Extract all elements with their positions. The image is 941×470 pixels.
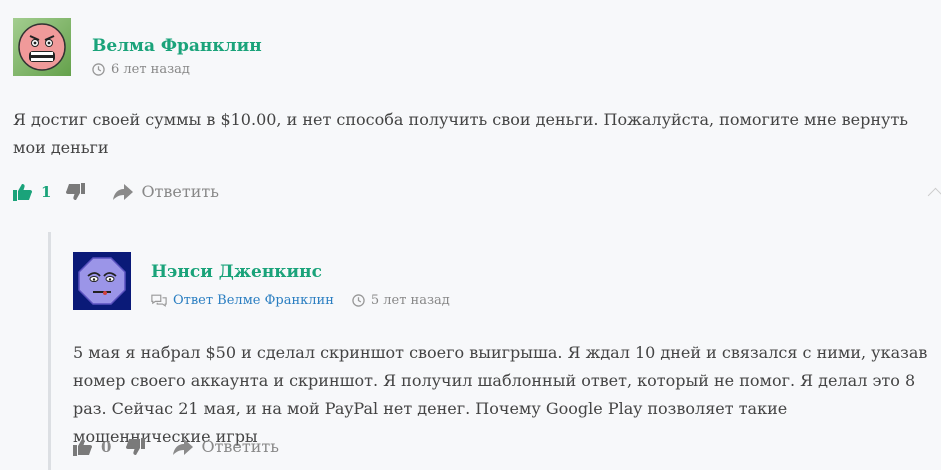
reply-time: 5 лет назад — [370, 293, 450, 308]
reply-button[interactable]: Ответить — [113, 182, 219, 201]
clock-icon — [92, 63, 105, 76]
thumbs-up-icon[interactable] — [73, 438, 93, 456]
chat-bubbles-icon — [151, 294, 167, 307]
thumbs-down-icon[interactable] — [65, 182, 86, 201]
comment-actions: 1 Ответить — [13, 182, 219, 201]
octagon-face-avatar-icon — [73, 252, 131, 310]
comment-meta: 6 лет назад — [92, 62, 190, 77]
thumbs-up-icon[interactable] — [13, 183, 33, 201]
collapse-corner — [927, 187, 941, 204]
reply-button[interactable]: Ответить — [173, 437, 279, 456]
reply-text: 5 мая я набрал $50 и сделал скриншот сво… — [73, 343, 928, 446]
reply-author[interactable]: Нэнси Дженкинс — [151, 262, 322, 282]
reply-arrow-icon — [113, 183, 134, 200]
thumbs-down-icon[interactable] — [125, 437, 146, 456]
reply-to-link[interactable]: Ответ Велме Франклин — [173, 293, 334, 308]
reply-thread-line — [48, 232, 51, 470]
avatar — [13, 18, 71, 76]
comment-author[interactable]: Велма Франклин — [92, 36, 262, 56]
avatar — [73, 252, 131, 310]
angry-face-avatar-icon — [13, 18, 71, 76]
reply-meta: Ответ Велме Франклин 5 лет назад — [151, 293, 450, 308]
comment-time: 6 лет назад — [111, 62, 190, 77]
like-count: 1 — [41, 182, 52, 201]
clock-icon — [352, 294, 365, 307]
reply-arrow-icon — [173, 438, 194, 455]
comment-text: Я достиг своей суммы в $10.00, и нет спо… — [13, 110, 909, 157]
like-count: 0 — [101, 437, 112, 456]
reply-actions: 0 Ответить — [73, 437, 279, 456]
reply-label: Ответить — [141, 182, 219, 201]
reply-label: Ответить — [201, 437, 279, 456]
